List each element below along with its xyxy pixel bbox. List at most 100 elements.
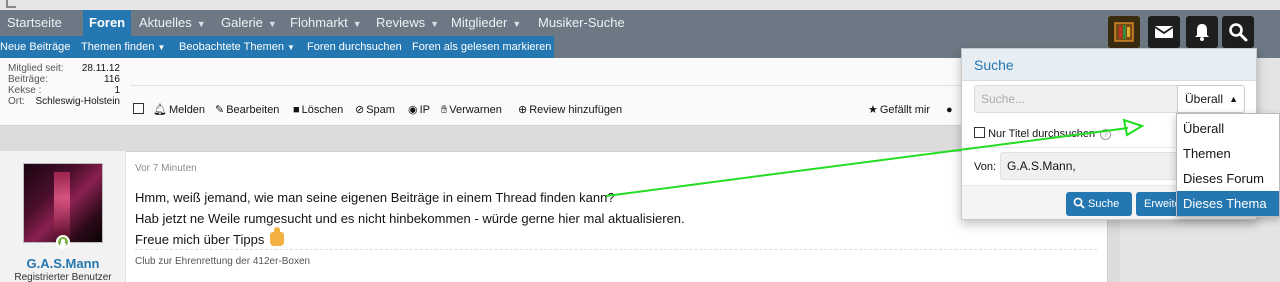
previous-post: Mitglied seit: 28.11.12 Beiträge: 116 Keks… bbox=[0, 58, 1120, 126]
info-row: Beiträge: 116 bbox=[8, 74, 120, 85]
nav-reviews[interactable]: Reviews ▼ bbox=[376, 10, 439, 36]
user-avatar-button[interactable] bbox=[1108, 16, 1140, 48]
info-value: 116 bbox=[104, 74, 120, 85]
chevron-down-icon: ▼ bbox=[512, 19, 522, 29]
nav-foren[interactable]: Foren bbox=[83, 10, 132, 36]
subnav-watched-threads[interactable]: Beobachtete Themen ▼ bbox=[179, 36, 295, 58]
scope-option-this-forum[interactable]: Dieses Forum bbox=[1177, 166, 1279, 191]
messages-button[interactable] bbox=[1148, 16, 1180, 48]
thumbs-up-icon bbox=[269, 227, 284, 246]
action-label: Spam bbox=[366, 104, 395, 116]
pencil-icon: ✎ bbox=[215, 104, 225, 116]
subnav-label: Foren als gelesen markieren bbox=[412, 41, 552, 53]
signature: Club zur Ehrenrettung der 412er-Boxen bbox=[135, 256, 311, 267]
info-value: 28.11.12 bbox=[81, 63, 120, 74]
help-icon[interactable]: ? bbox=[1100, 129, 1112, 140]
edit-button[interactable]: ✎ Bearbeiten bbox=[215, 102, 279, 118]
plus-circle-icon: ⊕ bbox=[518, 104, 528, 116]
nav-musiker-suche[interactable]: Musiker-Suche bbox=[538, 10, 625, 36]
ban-icon: ⊘ bbox=[355, 104, 365, 116]
cookie-icon[interactable]: ● bbox=[946, 102, 955, 118]
post-timestamp[interactable]: Vor 7 Minuten bbox=[135, 163, 197, 174]
checkbox-label: Nur Titel durchsuchen bbox=[988, 128, 1096, 140]
subnav-label: Beobachtete Themen bbox=[179, 41, 284, 53]
action-label: Bearbeiten bbox=[226, 104, 280, 116]
warn-button[interactable]: ✋︎ Verwarnen bbox=[441, 102, 502, 118]
add-review-button[interactable]: ⊕ Review hinzufügen bbox=[518, 102, 622, 118]
search-scope-select[interactable]: Überall▲▼ bbox=[1177, 85, 1245, 130]
avatar[interactable] bbox=[23, 163, 103, 243]
search-button[interactable]: Suche bbox=[1066, 192, 1132, 216]
browser-top-strip bbox=[0, 0, 1280, 10]
info-label: Beiträge: bbox=[8, 74, 49, 85]
nav-aktuelles[interactable]: Aktuelles ▼ bbox=[139, 10, 206, 36]
action-label: Melden bbox=[168, 104, 206, 116]
hand-icon: ✋︎ bbox=[441, 104, 448, 116]
sub-navbar: Neue Beiträge Themen finden ▼ Beobachtet… bbox=[0, 36, 554, 58]
subnav-label: Neue Beiträge bbox=[0, 41, 71, 53]
post-line: Freue mich über Tipps bbox=[135, 232, 265, 247]
username[interactable]: G.A.S.Mann bbox=[0, 256, 126, 271]
online-status-icon bbox=[56, 235, 70, 249]
info-label: Kekse : bbox=[8, 85, 42, 96]
alerts-button[interactable] bbox=[1186, 16, 1218, 48]
subnav-mark-read[interactable]: Foren als gelesen markieren bbox=[412, 36, 551, 58]
info-label: Mitglied seit: bbox=[8, 63, 64, 74]
search-icon bbox=[1073, 197, 1085, 209]
nav-galerie[interactable]: Galerie ▼ bbox=[221, 10, 277, 36]
subnav-search-forums[interactable]: Foren durchsuchen bbox=[307, 36, 402, 58]
info-value: 1 bbox=[114, 85, 120, 96]
user-title: Registrierter Benutzer bbox=[14, 272, 112, 282]
post-line: Hmm, weiß jemand, wie man seine eigenen … bbox=[135, 190, 615, 205]
nav-label: Mitglieder bbox=[451, 15, 508, 30]
post-body: Hmm, weiß jemand, wie man seine eigenen … bbox=[135, 187, 685, 250]
chevron-down-icon: ▼ bbox=[267, 19, 277, 29]
star-icon: ★ bbox=[868, 104, 878, 116]
signature-divider bbox=[135, 249, 1097, 250]
post-gap bbox=[0, 126, 1120, 151]
action-label: IP bbox=[419, 104, 431, 116]
chevron-down-icon: ▼ bbox=[157, 43, 166, 52]
user-avatar-icon bbox=[1114, 22, 1134, 42]
post-line-with-emoji: Freue mich über Tipps bbox=[135, 227, 685, 250]
nav-label: Foren bbox=[89, 15, 126, 30]
main-navbar: Startseite Foren Aktuelles ▼ Galerie ▼ Flo… bbox=[0, 10, 1280, 36]
scope-option-this-thread[interactable]: Dieses Thema bbox=[1177, 191, 1279, 216]
trash-icon: ■ bbox=[293, 104, 300, 116]
select-post-checkbox[interactable] bbox=[133, 102, 144, 118]
subnav-new-posts[interactable]: Neue Beiträge bbox=[0, 36, 70, 58]
bell-icon: 🔔︎ bbox=[153, 104, 167, 116]
nav-flohmarkt[interactable]: Flohmarkt ▼ bbox=[290, 10, 362, 36]
chevron-down-icon: ▼ bbox=[287, 43, 295, 52]
search-toggle-button[interactable] bbox=[1222, 16, 1254, 48]
nav-label: Galerie bbox=[221, 15, 263, 30]
scope-option-everywhere[interactable]: Überall bbox=[1177, 116, 1279, 141]
titles-only-checkbox[interactable]: Nur Titel durchsuchen ? bbox=[974, 127, 1112, 140]
action-label: Verwarnen bbox=[449, 104, 502, 116]
like-button[interactable]: ★ Gefällt mir bbox=[868, 102, 930, 118]
report-button[interactable]: 🔔︎ Melden bbox=[153, 102, 205, 118]
info-row: Kekse : 1 bbox=[8, 85, 120, 96]
spam-button[interactable]: ⊘ Spam bbox=[355, 102, 395, 118]
checkbox-icon bbox=[974, 127, 985, 138]
window-fragment-icon bbox=[6, 0, 16, 8]
ip-button[interactable]: ◉ IP bbox=[408, 102, 430, 118]
user-info-block: Mitglied seit: 28.11.12 Beiträge: 116 Keks… bbox=[8, 63, 120, 107]
info-value: Schleswig-Holstein bbox=[35, 96, 120, 107]
nav-label: Flohmarkt bbox=[290, 15, 348, 30]
subnav-label: Themen finden bbox=[81, 41, 155, 53]
search-panel-title: Suche bbox=[962, 49, 1256, 81]
nav-label: Reviews bbox=[376, 15, 426, 30]
nav-label: Startseite bbox=[7, 15, 62, 30]
info-label: Ort: bbox=[8, 96, 25, 107]
subnav-find-threads[interactable]: Themen finden ▼ bbox=[81, 36, 165, 58]
search-input[interactable]: Suche... bbox=[974, 85, 1178, 113]
nav-mitglieder[interactable]: Mitglieder ▼ bbox=[451, 10, 521, 36]
chevron-down-icon: ▼ bbox=[430, 19, 440, 29]
action-label: Löschen bbox=[301, 104, 344, 116]
delete-button[interactable]: ■ Löschen bbox=[293, 102, 343, 118]
action-label: Gefällt mir bbox=[879, 104, 930, 116]
nav-startseite[interactable]: Startseite bbox=[7, 10, 62, 36]
scope-option-threads[interactable]: Themen bbox=[1177, 141, 1279, 166]
nav-label: Aktuelles bbox=[139, 15, 192, 30]
